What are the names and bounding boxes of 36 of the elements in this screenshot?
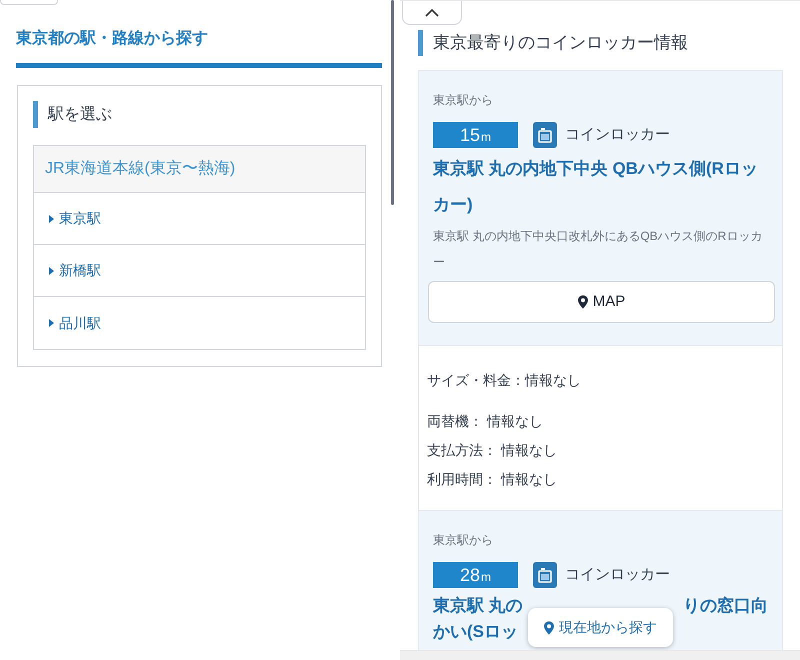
station-item[interactable]: 東京駅 — [34, 193, 365, 245]
locker-title[interactable]: 東京駅 丸の内地下中央 QBハウス側(Rロッカー) — [433, 151, 768, 223]
station-item[interactable]: 品川駅 — [34, 297, 365, 349]
scrollbar[interactable] — [391, 0, 394, 205]
heading-bar — [418, 30, 423, 56]
section-title: 駅を選ぶ — [48, 104, 112, 124]
triangle-icon — [49, 214, 54, 222]
detail-text: 支払方法： 情報なし — [427, 441, 558, 460]
origin-label: 東京駅から — [433, 92, 494, 109]
locker-title[interactable]: 東京駅 丸の — [433, 591, 523, 621]
triangle-icon — [49, 319, 54, 327]
line-name[interactable]: JR東海道本線(東京〜熱海) — [34, 146, 365, 193]
section-title: 東京最寄りのコインロッカー情報 — [433, 32, 688, 54]
locker-description: 東京駅 丸の内地下中央口改札外にあるQBハウス側のRロッカー — [433, 228, 764, 271]
detail-text: 利用時間： 情報なし — [427, 470, 558, 489]
collapse-button[interactable] — [402, 1, 462, 25]
locker-icon — [533, 122, 557, 148]
locker-type: コインロッカー — [565, 564, 670, 585]
triangle-icon — [49, 266, 54, 274]
page-title: 東京都の駅・路線から探す — [16, 28, 209, 49]
heading-bar — [33, 101, 38, 128]
detail-text: 両替機： 情報なし — [427, 412, 544, 431]
station-item[interactable]: 新橋駅 — [34, 245, 365, 297]
origin-label: 東京駅から — [433, 532, 494, 549]
map-button[interactable]: MAP — [428, 281, 775, 323]
locker-type: コインロッカー — [565, 124, 670, 145]
distance-badge: 15m — [433, 122, 518, 148]
locker-icon — [533, 562, 557, 588]
locker-title[interactable]: かい(Sロッ — [433, 621, 518, 643]
location-search-button[interactable]: 現在地から探す — [528, 608, 673, 647]
locker-title[interactable]: りの窓口向 — [683, 591, 768, 621]
distance-badge: 28m — [433, 562, 518, 588]
chevron-up-icon — [425, 8, 439, 16]
map-pin-icon — [578, 295, 588, 309]
detail-text: サイズ・料金：情報なし — [427, 371, 582, 390]
map-pin-icon — [544, 620, 554, 634]
